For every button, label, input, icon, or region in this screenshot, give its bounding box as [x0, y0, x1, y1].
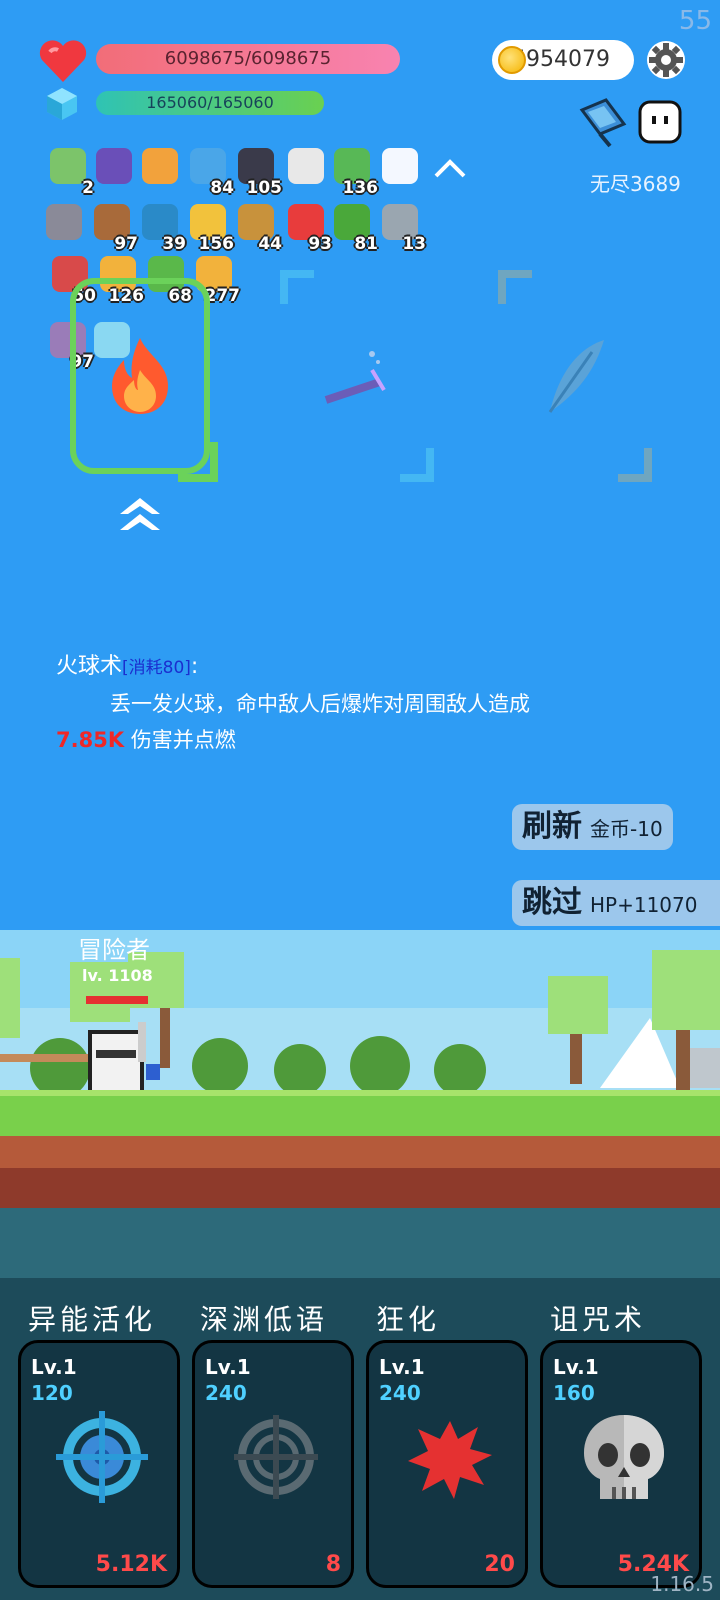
buff-item[interactable]: [140, 148, 180, 188]
hero-hp-bar: [86, 996, 148, 1004]
crosshair-icon: [234, 1415, 318, 1499]
wave-flag-icon[interactable]: [576, 96, 630, 150]
buff-item[interactable]: [44, 204, 84, 244]
buff-item[interactable]: 84: [188, 148, 234, 198]
skill-card-berserk[interactable]: Lv.1 240 20: [366, 1340, 528, 1588]
feather-icon[interactable]: [542, 336, 608, 416]
skip-button[interactable]: 跳过 HP+11070: [512, 880, 720, 926]
buff-item[interactable]: 97: [92, 204, 138, 254]
hero-level: lv. 1108: [82, 966, 153, 985]
hook-icon: [288, 148, 324, 184]
ghost-icon[interactable]: [636, 98, 684, 146]
skill-card-awaken[interactable]: Lv.1 120 5.12K: [18, 1340, 180, 1588]
skill-card-abyss[interactable]: Lv.1 240 8: [192, 1340, 354, 1588]
grass-ground: [0, 1096, 720, 1136]
knight-hero[interactable]: [84, 1022, 164, 1096]
buff-count: 84: [210, 178, 234, 198]
skill-card-curse[interactable]: Lv.1 160 5.24K: [540, 1340, 702, 1588]
skull-icon: [584, 1415, 664, 1499]
buff-count: 105: [246, 178, 283, 198]
gear-icon[interactable]: [646, 40, 686, 80]
hero-name: 冒险者: [78, 936, 150, 964]
buff-count: 136: [342, 178, 379, 198]
splat-icon: [408, 1421, 492, 1499]
slot-corner: [280, 270, 314, 304]
buff-item[interactable]: 2: [48, 148, 94, 198]
skill-description: 丢一发火球，命中敌人后爆炸对周围敌人造成: [110, 692, 530, 716]
buff-count: 44: [258, 234, 282, 254]
gem-icon: [47, 88, 77, 120]
buff-count: 81: [354, 234, 378, 254]
wing-icon: [382, 148, 418, 184]
refresh-label: 刷新: [522, 809, 582, 844]
buff-count: 97: [114, 234, 138, 254]
fps-counter: 55: [678, 6, 712, 36]
slot-corner: [400, 448, 434, 482]
skip-label: 跳过: [522, 885, 582, 920]
card-value: 8: [325, 1552, 341, 1577]
water-strip: [0, 1208, 720, 1278]
endless-wave-label: 无尽3689: [590, 172, 681, 196]
double-chevron-up-icon[interactable]: [116, 496, 164, 536]
buff-item[interactable]: 44: [236, 204, 282, 254]
card-level: Lv.1: [205, 1355, 251, 1379]
card-cost: 120: [31, 1381, 73, 1405]
skill-colon: :: [190, 654, 199, 679]
fireball-icon[interactable]: [102, 336, 178, 416]
card-icon: [50, 148, 86, 184]
skill-description-end: 伤害并点燃: [130, 728, 236, 752]
coin-icon: [498, 46, 526, 74]
skill-name-line: 火球术[消耗80]:: [56, 648, 198, 680]
buff-item[interactable]: [380, 148, 420, 188]
skill-cost: [消耗80]: [122, 658, 191, 678]
skill-damage-value: 7.85K: [56, 728, 125, 752]
version-label: 1.16.5: [650, 1572, 714, 1596]
buff-count: 93: [308, 234, 332, 254]
refresh-button[interactable]: 刷新 金币-10: [512, 804, 673, 850]
buff-item[interactable]: 81: [332, 204, 378, 254]
buff-item[interactable]: 93: [286, 204, 332, 254]
slot-corner: [178, 442, 218, 482]
card-title: 诅咒术: [550, 1303, 647, 1336]
card-value: 20: [484, 1552, 515, 1577]
buff-item[interactable]: [94, 148, 134, 188]
card-title: 深渊低语: [200, 1303, 329, 1336]
wizard-hat-icon: [96, 148, 132, 184]
skill-damage-line: 7.85K 伤害并点燃: [56, 724, 236, 754]
target-icon: [56, 1411, 148, 1503]
buff-item[interactable]: [286, 148, 326, 188]
mp-bar: 165060/165060: [96, 91, 324, 115]
buff-count: 156: [198, 234, 235, 254]
hp-bar: 6098675/6098675: [96, 44, 400, 74]
heart-icon: [39, 40, 87, 82]
buff-item[interactable]: 156: [188, 204, 234, 254]
skill-name: 火球术: [56, 654, 123, 679]
buff-count: 2: [82, 178, 94, 198]
card-title: 异能活化: [28, 1303, 157, 1336]
wand-icon[interactable]: [318, 346, 392, 406]
buff-count: 39: [162, 234, 186, 254]
buff-item[interactable]: 136: [332, 148, 378, 198]
slot-corner: [618, 448, 652, 482]
buff-item[interactable]: 39: [140, 204, 186, 254]
card-cost: 240: [205, 1381, 247, 1405]
card-level: Lv.1: [31, 1355, 77, 1379]
book-icon: [142, 148, 178, 184]
skip-bonus: HP+11070: [590, 893, 698, 917]
card-value: 5.12K: [95, 1552, 167, 1577]
slot-corner: [498, 270, 532, 304]
dirt-layer-dark: [0, 1168, 720, 1208]
spike-ball-icon: [46, 204, 82, 240]
card-level: Lv.1: [553, 1355, 599, 1379]
card-level: Lv.1: [379, 1355, 425, 1379]
refresh-cost: 金币-10: [590, 817, 663, 841]
card-cost: 240: [379, 1381, 421, 1405]
buff-item[interactable]: 105: [236, 148, 282, 198]
chevron-up-icon[interactable]: [432, 154, 468, 182]
buff-count: 13: [402, 234, 426, 254]
card-cost: 160: [553, 1381, 595, 1405]
card-title: 狂化: [376, 1303, 441, 1336]
buff-item[interactable]: 13: [380, 204, 426, 254]
